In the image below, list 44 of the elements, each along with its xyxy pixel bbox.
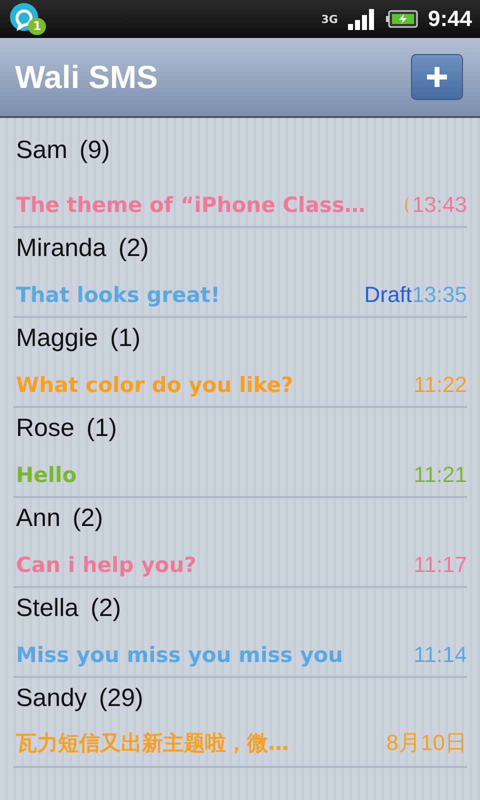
message-preview: Hello [16, 463, 78, 487]
message-time: 13:43 [412, 192, 467, 218]
network-type: 3G [321, 12, 338, 26]
message-time: 13:35 [412, 282, 467, 308]
notification-badge: 1 [28, 18, 46, 35]
contact-name: Miranda [16, 234, 106, 263]
message-time: 11:21 [414, 462, 467, 488]
message-count: (2) [72, 504, 104, 533]
conversation-item[interactable]: Rose (1) Hello 11:21 [13, 408, 467, 498]
message-count: (1) [110, 324, 141, 353]
add-button[interactable] [411, 54, 463, 100]
message-count: (29) [98, 684, 144, 713]
message-preview: That looks great! [16, 283, 222, 307]
message-count: (2) [90, 594, 122, 623]
message-time: 11:14 [414, 642, 467, 668]
conversation-item[interactable]: Miranda (2) That looks great! Draft13:35 [13, 228, 467, 318]
contact-name: Sandy [16, 684, 87, 713]
conversation-item[interactable]: Maggie (1) What color do you like? 11:22 [13, 318, 467, 408]
message-time: 8月10日 [386, 729, 467, 757]
contact-name: Ann [16, 504, 60, 533]
conversation-item[interactable]: Ann (2) Can i help you? 11:17 [13, 498, 467, 588]
message-preview: 瓦力短信又出新主题啦，微… [16, 730, 290, 757]
clock: 9:44 [428, 6, 472, 32]
conversation-item[interactable]: Sam (9) The theme of “iPhone Class… 13:43 [13, 118, 467, 228]
battery-icon [386, 10, 418, 28]
plus-icon [425, 65, 449, 89]
contact-name: Rose [16, 414, 74, 443]
conversation-item[interactable]: Stella (2) Miss you miss you miss you 11:14 [13, 588, 467, 678]
contact-name: Sam [16, 136, 68, 165]
signal-icon [348, 8, 376, 30]
draft-label: Draft [364, 282, 412, 308]
contact-name: Maggie [16, 324, 98, 353]
message-preview: What color do you like? [16, 373, 294, 397]
message-time: 11:17 [414, 552, 467, 578]
message-preview: The theme of “iPhone Class… [16, 193, 366, 217]
message-time: 11:22 [414, 372, 467, 398]
conversation-item[interactable]: Sandy (29) 瓦力短信又出新主题啦，微… 8月10日 [13, 678, 467, 768]
message-count: (1) [86, 414, 117, 443]
contact-name: Stella [16, 594, 79, 623]
app-title: Wali SMS [15, 58, 158, 96]
message-count: (9) [79, 136, 110, 165]
message-preview: Miss you miss you miss you [16, 643, 344, 667]
message-count: (2) [118, 234, 149, 263]
message-preview: Can i help you? [16, 553, 198, 577]
